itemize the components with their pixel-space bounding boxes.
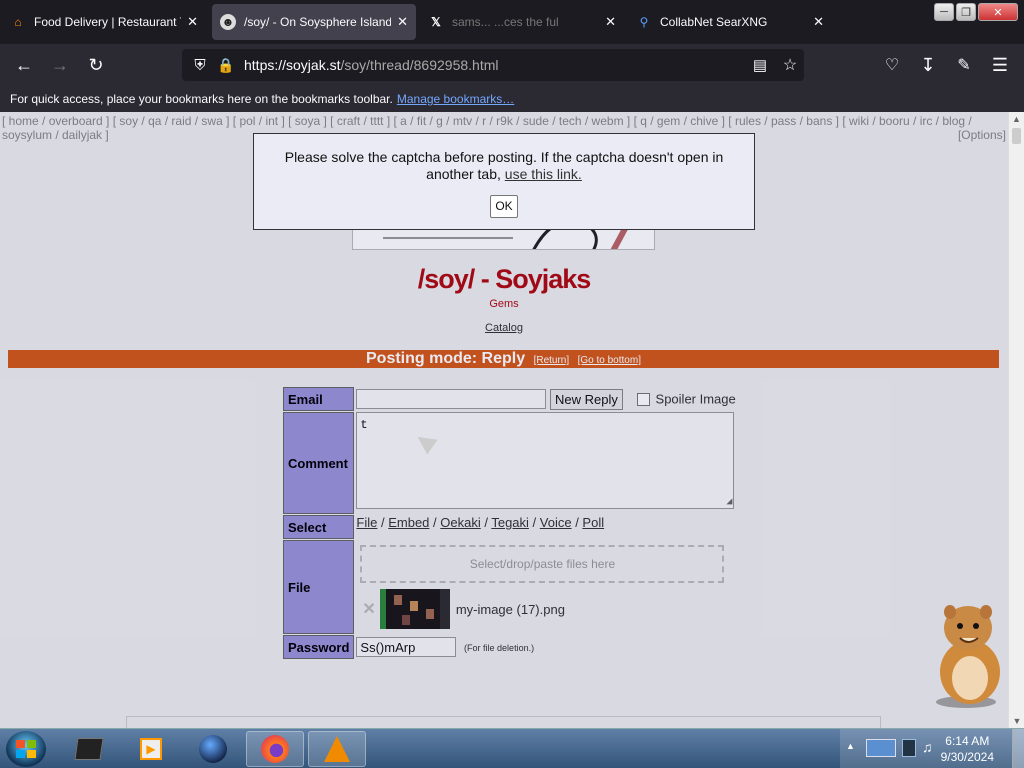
- vertical-scrollbar[interactable]: ▲ ▼: [1008, 112, 1024, 728]
- tray-expand-icon[interactable]: ▲: [846, 741, 855, 751]
- taskbar-media-player-icon[interactable]: ▶: [122, 731, 180, 767]
- extensions-icon[interactable]: ✎: [952, 53, 976, 77]
- taskbar-terminal-icon[interactable]: [60, 731, 118, 767]
- taskbar: ▶ ▲ ♫ 6:14 AM 9/30/2024: [0, 728, 1024, 768]
- tab-food-delivery[interactable]: ⌂ Food Delivery | Restaurant Ta ✕: [2, 4, 206, 40]
- windows-logo-icon: [16, 740, 36, 758]
- back-arrow-icon[interactable]: ←: [12, 53, 36, 77]
- taskbar-globe-icon[interactable]: [184, 731, 242, 767]
- tab-title: CollabNet SearXNG: [660, 15, 768, 29]
- tab-soy-thread[interactable]: ☻ /soy/ - On Soysphere Island ✕: [212, 4, 416, 40]
- lock-icon[interactable]: 🔒: [214, 53, 238, 77]
- forward-arrow-icon[interactable]: →: [48, 53, 72, 77]
- taskbar-vlc-icon[interactable]: [308, 731, 366, 767]
- tray-network-icon[interactable]: [866, 739, 896, 757]
- hamster-mascot: [936, 605, 1000, 708]
- clock[interactable]: 6:14 AM 9/30/2024: [941, 733, 994, 765]
- tab-close-icon[interactable]: ✕: [813, 14, 824, 30]
- search-favicon-icon: ⚲: [639, 15, 649, 29]
- tab-close-icon[interactable]: ✕: [605, 14, 616, 30]
- captcha-alert-dialog: Please solve the captcha before posting.…: [253, 133, 755, 230]
- tray-volume-icon[interactable]: ♫: [922, 739, 933, 755]
- captcha-link[interactable]: use this link.: [505, 166, 582, 182]
- navigation-bar: ← → ↻ ⛨ 🔒 https://soyjak.st/soy/thread/8…: [0, 44, 1024, 86]
- tray-app-icon[interactable]: [902, 739, 916, 757]
- bookmark-star-icon[interactable]: ☆: [778, 53, 802, 77]
- download-icon[interactable]: ↧: [916, 53, 940, 77]
- show-desktop-button[interactable]: [1012, 729, 1024, 768]
- window-controls: ─ ❐ ✕: [934, 3, 1018, 21]
- food-delivery-favicon-icon: ⌂: [14, 15, 22, 29]
- url-path: /soy/thread/8692958.html: [340, 57, 499, 73]
- reader-view-icon[interactable]: ▤: [748, 53, 772, 77]
- shield-icon[interactable]: ⛨: [188, 53, 212, 77]
- close-window-icon[interactable]: ✕: [978, 3, 1018, 21]
- scrollbar-thumb[interactable]: [1012, 128, 1021, 144]
- x-favicon-icon: 𝕏: [431, 15, 441, 29]
- tab-x-post[interactable]: 𝕏 sams... ...ces the ful ✕: [420, 4, 624, 40]
- captcha-message: Please solve the captcha before posting.…: [254, 149, 754, 183]
- system-tray: ▲ ♫ 6:14 AM 9/30/2024: [840, 729, 1024, 768]
- restore-icon[interactable]: ❐: [956, 3, 976, 21]
- soyjak-favicon-icon: ☻: [220, 14, 236, 30]
- screen: ⌂ Food Delivery | Restaurant Ta ✕ ☻ /soy…: [0, 0, 1024, 768]
- clock-date: 9/30/2024: [940, 750, 994, 764]
- tab-title: /soy/ - On Soysphere Island: [244, 15, 392, 29]
- bookmarks-toolbar: For quick access, place your bookmarks h…: [0, 86, 1024, 112]
- manage-bookmarks-link[interactable]: Manage bookmarks…: [397, 92, 514, 106]
- start-button-icon[interactable]: [6, 731, 46, 767]
- url-host: https://soyjak.st: [244, 57, 341, 73]
- scroll-down-icon[interactable]: ▼: [1009, 716, 1024, 726]
- clock-time: 6:14 AM: [945, 734, 990, 748]
- menu-icon[interactable]: ☰: [988, 53, 1012, 77]
- tab-title: sams... ...ces the ful: [452, 15, 559, 29]
- url-text[interactable]: https://soyjak.st/soy/thread/8692958.htm…: [244, 57, 498, 73]
- tab-searxng[interactable]: ⚲ CollabNet SearXNG ✕: [628, 4, 832, 40]
- tab-close-icon[interactable]: ✕: [187, 14, 198, 30]
- taskbar-firefox-icon[interactable]: [246, 731, 304, 767]
- tab-close-icon[interactable]: ✕: [397, 14, 408, 30]
- url-bar[interactable]: ⛨ 🔒 https://soyjak.st/soy/thread/8692958…: [182, 49, 804, 81]
- ok-button[interactable]: OK: [490, 195, 518, 218]
- pocket-icon[interactable]: ♡: [880, 53, 904, 77]
- tab-bar: ⌂ Food Delivery | Restaurant Ta ✕ ☻ /soy…: [0, 0, 1024, 44]
- reload-icon[interactable]: ↻: [84, 53, 108, 77]
- tab-title: Food Delivery | Restaurant Ta: [34, 15, 182, 29]
- bookmarks-hint: For quick access, place your bookmarks h…: [10, 92, 393, 106]
- minimize-icon[interactable]: ─: [934, 3, 954, 21]
- scroll-up-icon[interactable]: ▲: [1009, 114, 1024, 124]
